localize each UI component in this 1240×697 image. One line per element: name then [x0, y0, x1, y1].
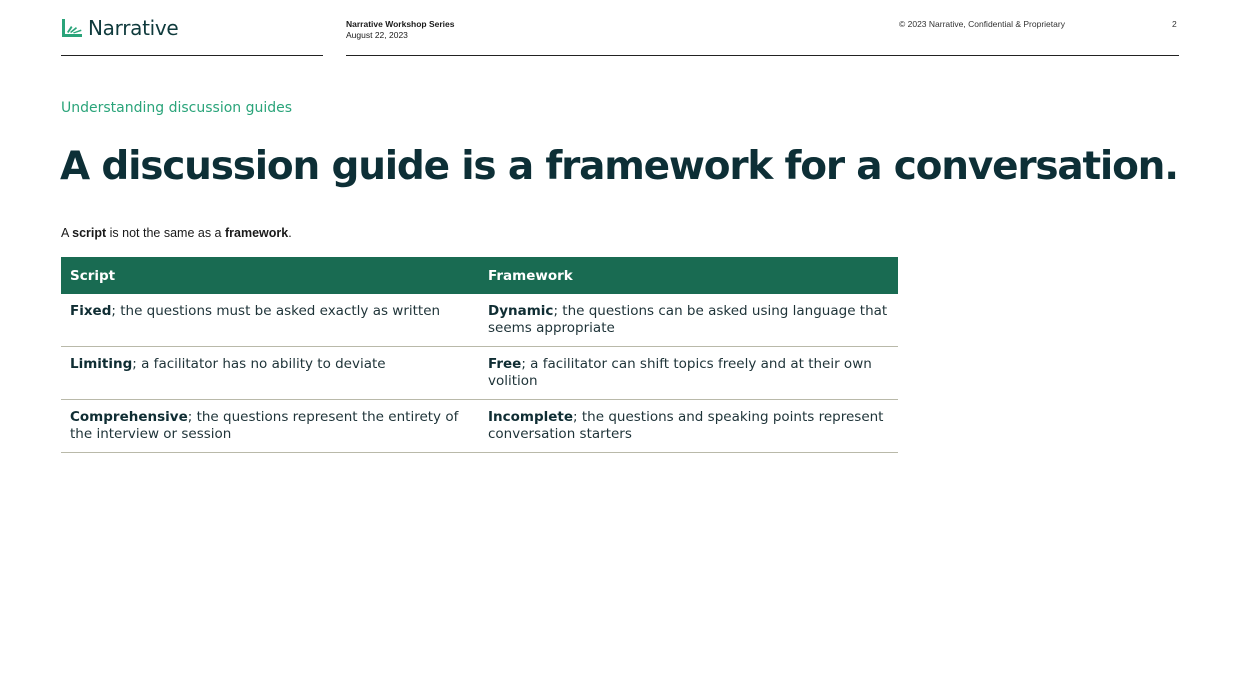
- table-row: Comprehensive; the questions represent t…: [61, 399, 898, 453]
- script-description: ; a facilitator has no ability to deviat…: [132, 356, 386, 372]
- script-cell: Comprehensive; the questions represent t…: [61, 399, 479, 453]
- framework-cell: Incomplete; the questions and speaking p…: [479, 399, 898, 453]
- intro-sentence: A script is not the same as a framework.: [61, 226, 292, 240]
- script-term: Fixed: [70, 303, 112, 319]
- script-cell: Fixed; the questions must be asked exact…: [61, 294, 479, 347]
- logo-wordmark: Narrative: [88, 16, 179, 40]
- series-title: Narrative Workshop Series: [346, 19, 455, 29]
- framework-term: Dynamic: [488, 303, 554, 319]
- framework-description: ; a facilitator can shift topics freely …: [488, 356, 872, 389]
- table-header-row: Script Framework: [61, 257, 898, 294]
- section-eyebrow: Understanding discussion guides: [61, 100, 293, 116]
- intro-text-1: A: [61, 226, 73, 240]
- page-number: 2: [1172, 19, 1177, 29]
- header-divider-left: [61, 55, 323, 56]
- script-term: Limiting: [70, 356, 133, 372]
- slide-header: Narrative Narrative Workshop Series Augu…: [0, 0, 1240, 60]
- header-divider-right: [346, 55, 1179, 56]
- framework-term: Free: [488, 356, 522, 372]
- slide-headline: A discussion guide is a framework for a …: [60, 144, 1179, 189]
- comparison-table: Script Framework Fixed; the questions mu…: [61, 257, 898, 453]
- intro-text-2: is not the same as a: [106, 226, 225, 240]
- script-cell: Limiting; a facilitator has no ability t…: [61, 346, 479, 400]
- framework-cell: Dynamic; the questions can be asked usin…: [479, 294, 898, 347]
- intro-text-3: .: [288, 226, 292, 240]
- copyright-notice: © 2023 Narrative, Confidential & Proprie…: [899, 19, 1065, 29]
- column-header-script: Script: [61, 257, 479, 294]
- narrative-logo-icon: [62, 19, 82, 37]
- series-date: August 22, 2023: [346, 30, 408, 40]
- script-term: Comprehensive: [70, 409, 188, 425]
- framework-cell: Free; a facilitator can shift topics fre…: [479, 346, 898, 400]
- table-row: Limiting; a facilitator has no ability t…: [61, 346, 898, 400]
- workshop-series-info: Narrative Workshop Series August 22, 202…: [346, 19, 455, 41]
- column-header-framework: Framework: [479, 257, 898, 294]
- framework-term: Incomplete: [488, 409, 574, 425]
- narrative-logo: Narrative: [61, 16, 179, 40]
- intro-term-framework: framework: [224, 226, 289, 240]
- script-description: ; the questions must be asked exactly as…: [111, 303, 441, 319]
- table-row: Fixed; the questions must be asked exact…: [61, 294, 898, 347]
- intro-term-script: script: [72, 226, 107, 240]
